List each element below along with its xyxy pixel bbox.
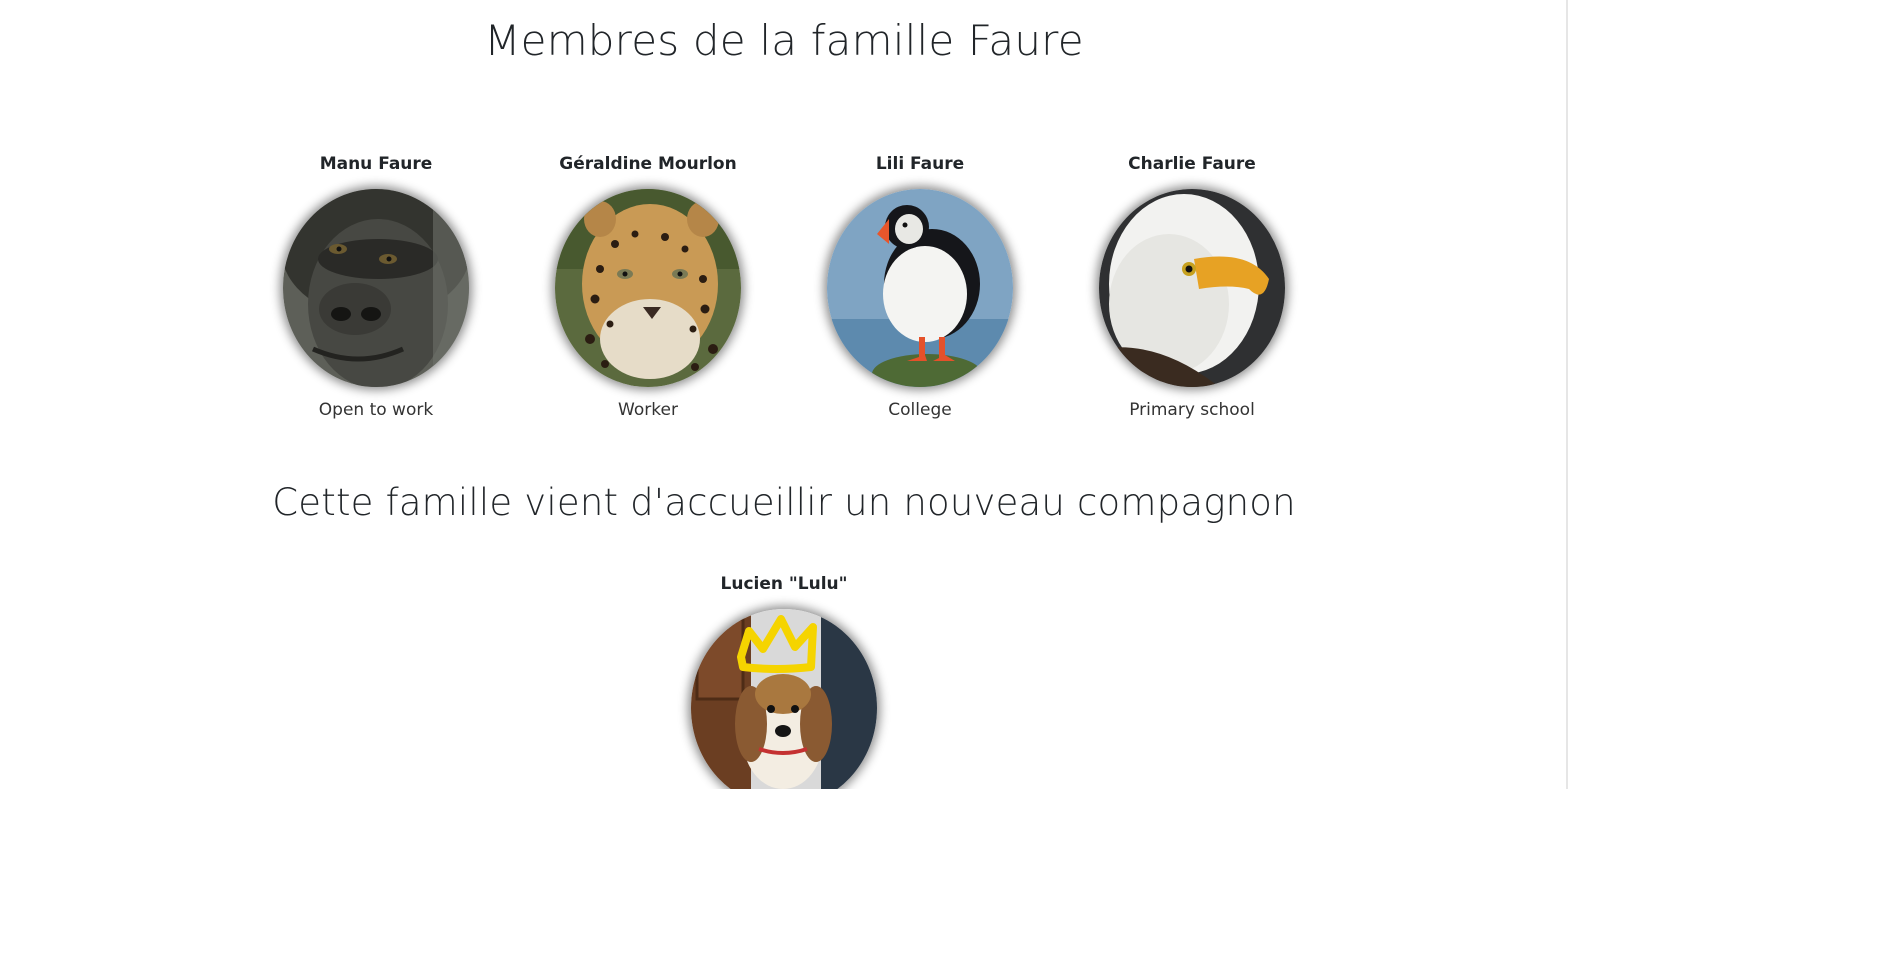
member-status: Worker [618, 400, 678, 420]
gorilla-image [283, 189, 469, 387]
beagle-with-crown-image [691, 609, 877, 789]
member-card: Géraldine Mourlon Worker [512, 153, 784, 421]
page-title: Membres de la famille Faure [484, 16, 1084, 65]
puffin-image [827, 189, 1013, 387]
member-photo-leopard [555, 189, 741, 387]
member-card: Lili Faure College [784, 153, 1056, 421]
page: Membres de la famille Faure Manu Faure O… [0, 0, 1568, 789]
member-status: Open to work [318, 400, 434, 420]
member-name: Charlie Faure [1128, 154, 1256, 174]
member-card: Charlie Faure Primary school [1056, 153, 1328, 421]
vertical-scrollbar[interactable] [1566, 0, 1568, 789]
companion-card: Lucien "Lulu" [648, 573, 920, 789]
companion-photo-beagle [691, 609, 877, 789]
member-name: Géraldine Mourlon [559, 154, 737, 174]
member-photo-gorilla [283, 189, 469, 387]
member-name: Manu Faure [319, 154, 433, 174]
eagle-image [1099, 189, 1285, 387]
leopard-image [555, 189, 741, 387]
member-status: College [888, 400, 952, 420]
companion-name: Lucien "Lulu" [720, 574, 848, 594]
member-card: Manu Faure Open to work [240, 153, 512, 421]
member-photo-eagle [1099, 189, 1285, 387]
member-status: Primary school [1129, 400, 1255, 420]
companion-section-title: Cette famille vient d'accueillir un nouv… [272, 481, 1296, 524]
member-name: Lili Faure [875, 154, 965, 174]
member-photo-puffin [827, 189, 1013, 387]
